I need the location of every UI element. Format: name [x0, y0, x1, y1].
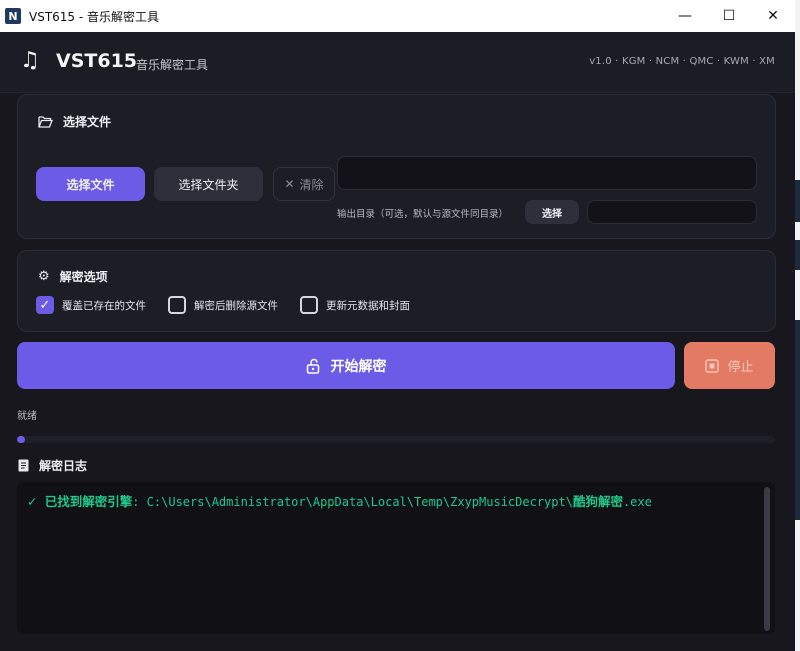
option-delete-source[interactable]: 解密后删除源文件: [168, 296, 278, 314]
overwrite-checkbox[interactable]: ✓: [36, 296, 54, 314]
log-entry-path: : C:\Users\Administrator\AppData\Local\T…: [132, 495, 573, 509]
minimize-button[interactable]: —: [663, 0, 707, 32]
app-window: N VST615 - 音乐解密工具 — ☐ ✕ ♫ VST615 音乐解密工具 …: [0, 0, 796, 651]
option-update-metadata[interactable]: 更新元数据和封面: [300, 296, 410, 314]
stop-button[interactable]: 停止: [684, 342, 775, 389]
window-title: VST615 - 音乐解密工具: [29, 9, 160, 24]
log-title: 解密日志: [39, 459, 88, 473]
close-button[interactable]: ✕: [751, 0, 795, 32]
checkmark-icon: ✓: [39, 297, 51, 313]
title-bar: N VST615 - 音乐解密工具 — ☐ ✕: [0, 0, 795, 32]
app-logo-icon: N: [5, 8, 21, 24]
version-formats: v1.0 · KGM · NCM · QMC · KWM · XM: [589, 56, 775, 67]
output-dir-hint: 输出目录（可选，默认与源文件同目录）: [337, 209, 509, 220]
file-card-title: 选择文件: [63, 115, 112, 129]
options-card-title: 解密选项: [59, 270, 108, 284]
desktop-fragment: [795, 240, 800, 270]
log-entry-prefix: 已找到解密引擎: [44, 494, 133, 509]
option-overwrite[interactable]: ✓ 覆盖已存在的文件: [36, 296, 146, 314]
app-name: VST615: [56, 50, 138, 72]
log-entry: ✓ 已找到解密引擎: C:\Users\Administrator\AppDat…: [27, 491, 652, 510]
clear-button[interactable]: ✕ 清除: [273, 167, 335, 201]
stop-label: 停止: [727, 360, 754, 375]
music-note-icon: ♫: [20, 48, 40, 73]
log-entry-extension: .exe: [622, 495, 652, 509]
file-path-input[interactable]: [337, 156, 757, 190]
update-metadata-checkbox[interactable]: [300, 296, 318, 314]
delete-source-label: 解密后删除源文件: [194, 299, 278, 312]
maximize-button[interactable]: ☐: [707, 0, 751, 32]
log-entry-engine-name: 酷狗解密: [572, 494, 623, 509]
close-icon: ✕: [284, 177, 295, 191]
folder-open-icon: [38, 116, 53, 128]
desktop-fragment: [795, 320, 800, 520]
clear-label: 清除: [299, 177, 324, 192]
start-label: 开始解密: [330, 358, 387, 375]
app-header: ♫ VST615 音乐解密工具 v1.0 · KGM · NCM · QMC ·…: [0, 32, 795, 93]
desktop-background: [795, 0, 800, 651]
file-select-card: 选择文件 选择文件 选择文件夹 ✕ 清除 输出目录（可选，默认与源文件同目录） …: [17, 94, 776, 239]
stop-icon: [705, 358, 720, 373]
log-scrollbar[interactable]: [764, 487, 770, 631]
output-select-button[interactable]: 选择: [525, 200, 579, 224]
options-list: ✓ 覆盖已存在的文件 解密后删除源文件 更新元数据和封面: [36, 296, 432, 314]
log-heading: 解密日志: [18, 457, 87, 474]
checkmark-icon: ✓: [27, 494, 38, 509]
delete-source-checkbox[interactable]: [168, 296, 186, 314]
document-icon: [18, 459, 29, 472]
progress-bar: [17, 436, 775, 443]
status-text: 就绪: [17, 411, 37, 422]
select-file-button[interactable]: 选择文件: [36, 167, 145, 201]
window-controls: — ☐ ✕: [663, 0, 795, 32]
unlock-icon: [306, 358, 319, 374]
options-card-heading: ⚙ 解密选项: [38, 268, 108, 285]
file-card-heading: 选择文件: [38, 113, 111, 130]
update-metadata-label: 更新元数据和封面: [326, 299, 410, 312]
output-dir-input[interactable]: [587, 200, 757, 224]
start-decrypt-button[interactable]: 开始解密: [17, 342, 675, 389]
select-folder-button[interactable]: 选择文件夹: [154, 167, 263, 201]
log-output[interactable]: ✓ 已找到解密引擎: C:\Users\Administrator\AppDat…: [17, 482, 775, 634]
decrypt-options-card: ⚙ 解密选项 ✓ 覆盖已存在的文件 解密后删除源文件 更新元数据和封面: [17, 250, 776, 332]
gear-icon: ⚙: [38, 269, 50, 284]
progress-fill: [17, 436, 25, 443]
overwrite-label: 覆盖已存在的文件: [62, 299, 146, 312]
desktop-fragment: [795, 180, 800, 222]
app-subtitle: 音乐解密工具: [136, 58, 209, 72]
